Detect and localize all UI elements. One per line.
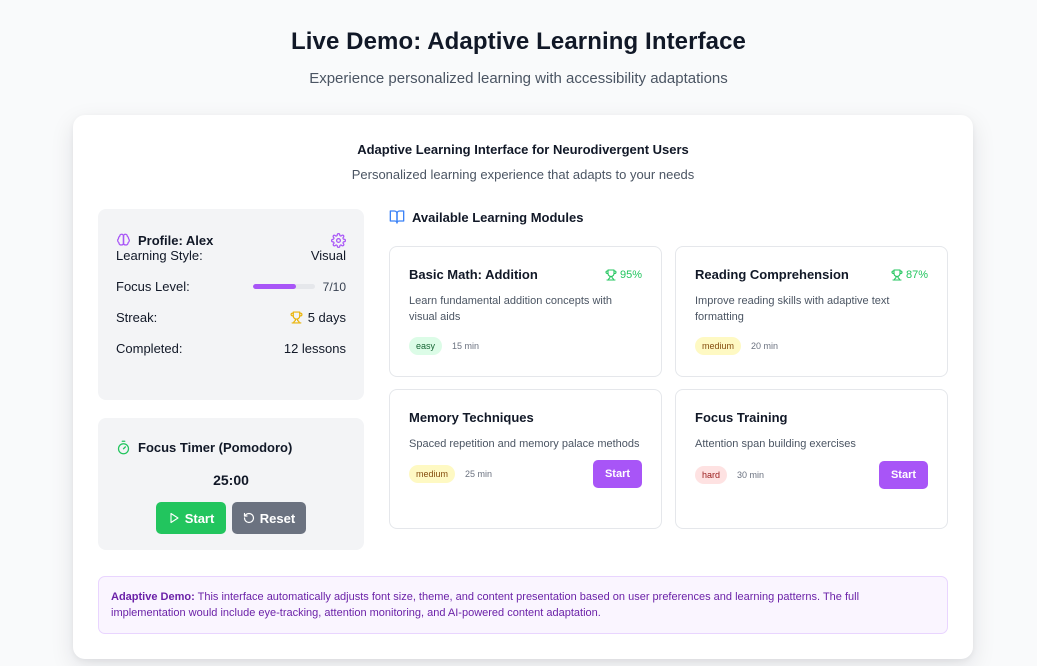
timer-icon bbox=[116, 440, 131, 455]
focus-level-bar bbox=[252, 284, 315, 289]
module-title: Reading Comprehension bbox=[695, 267, 849, 282]
module-duration: 15 min bbox=[452, 341, 480, 351]
module-description: Attention span building exercises bbox=[695, 438, 856, 450]
module-duration: 20 min bbox=[751, 341, 779, 351]
timer-start-label: Start bbox=[184, 510, 215, 526]
module-start-button[interactable]: Start bbox=[879, 461, 928, 489]
play-icon bbox=[168, 512, 180, 524]
profile-panel: Profile: Alex Learning Style: Visual Foc… bbox=[98, 209, 364, 400]
module-duration: 30 min bbox=[737, 470, 765, 480]
module-description: Learn fundamental addition concepts with… bbox=[409, 295, 613, 323]
module-score: 95% bbox=[605, 269, 642, 281]
difficulty-badge: medium bbox=[695, 337, 742, 355]
difficulty-badge: hard bbox=[695, 466, 728, 484]
modules-heading: Available Learning Modules bbox=[389, 209, 583, 225]
focus-level-value: 7/10 bbox=[322, 279, 346, 294]
gear-icon[interactable] bbox=[331, 233, 346, 248]
streak-value: 5 days bbox=[307, 310, 346, 325]
difficulty-badge: medium bbox=[409, 465, 456, 483]
difficulty-badge: easy bbox=[409, 337, 443, 355]
streak-label: Streak: bbox=[116, 310, 158, 325]
card-title: Adaptive Learning Interface for Neurodiv… bbox=[357, 142, 689, 157]
timer-start-button[interactable]: Start bbox=[156, 502, 226, 534]
profile-header: Profile: Alex bbox=[116, 233, 346, 248]
module-start-button[interactable]: Start bbox=[593, 460, 642, 488]
streak-row: Streak: 5 days bbox=[116, 310, 346, 325]
completed-row: Completed: 12 lessons bbox=[116, 341, 346, 356]
module-score-value: 87% bbox=[905, 268, 928, 281]
completed-label: Completed: bbox=[116, 341, 183, 356]
timer-reset-button[interactable]: Reset bbox=[232, 502, 306, 534]
module-score: 87% bbox=[891, 269, 928, 281]
card-subtitle: Personalized learning experience that ad… bbox=[351, 167, 695, 182]
learning-style-row: Learning Style: Visual bbox=[116, 248, 346, 263]
reset-icon bbox=[243, 512, 255, 524]
notice-text: This interface automatically adjusts fon… bbox=[111, 591, 860, 619]
module-score-value: 95% bbox=[619, 268, 642, 281]
trophy-icon bbox=[290, 311, 303, 324]
focus-level-fill bbox=[252, 284, 297, 289]
module-card-reading-comprehension[interactable]: Reading Comprehension 87% Improve readin… bbox=[675, 246, 948, 377]
page-header: Live Demo: Adaptive Learning Interface E… bbox=[0, 0, 1037, 87]
book-open-icon bbox=[389, 209, 405, 225]
adaptive-demo-notice: Adaptive Demo: This interface automatica… bbox=[98, 576, 948, 634]
page-title: Live Demo: Adaptive Learning Interface bbox=[290, 28, 747, 55]
module-description: Improve reading skills with adaptive tex… bbox=[695, 295, 890, 323]
module-duration: 25 min bbox=[465, 469, 493, 479]
module-title: Basic Math: Addition bbox=[409, 267, 538, 282]
module-title: Focus Training bbox=[695, 410, 788, 425]
trophy-icon bbox=[891, 268, 903, 281]
module-title: Memory Techniques bbox=[409, 410, 534, 425]
timer-display: 25:00 bbox=[213, 472, 249, 488]
module-description: Spaced repetition and memory palace meth… bbox=[409, 438, 640, 450]
timer-title: Focus Timer (Pomodoro) bbox=[138, 440, 293, 455]
brain-icon bbox=[116, 233, 131, 248]
learning-style-label: Learning Style: bbox=[116, 248, 203, 263]
learning-style-value: Visual bbox=[310, 248, 346, 263]
focus-level-label: Focus Level: bbox=[116, 279, 190, 294]
trophy-icon bbox=[605, 268, 617, 281]
focus-level-row: Focus Level: 7/10 bbox=[116, 279, 346, 294]
profile-title: Profile: Alex bbox=[138, 233, 214, 248]
module-card-basic-math[interactable]: Basic Math: Addition 95% Learn fundament… bbox=[389, 246, 662, 377]
modules-heading-label: Available Learning Modules bbox=[412, 209, 584, 225]
timer-reset-label: Reset bbox=[259, 510, 296, 526]
focus-timer-panel: Focus Timer (Pomodoro) 25:00 Start Reset bbox=[98, 418, 364, 550]
demo-card: Adaptive Learning Interface for Neurodiv… bbox=[73, 115, 973, 659]
completed-value: 12 lessons bbox=[283, 341, 346, 356]
page-subtitle: Experience personalized learning with ac… bbox=[309, 70, 728, 87]
timer-header: Focus Timer (Pomodoro) bbox=[116, 440, 346, 455]
card-header: Adaptive Learning Interface for Neurodiv… bbox=[73, 115, 973, 182]
notice-label: Adaptive Demo: bbox=[111, 591, 195, 603]
module-card-focus-training[interactable]: Focus Training Attention span building e… bbox=[675, 389, 948, 529]
module-card-memory-techniques[interactable]: Memory Techniques Spaced repetition and … bbox=[389, 389, 662, 529]
